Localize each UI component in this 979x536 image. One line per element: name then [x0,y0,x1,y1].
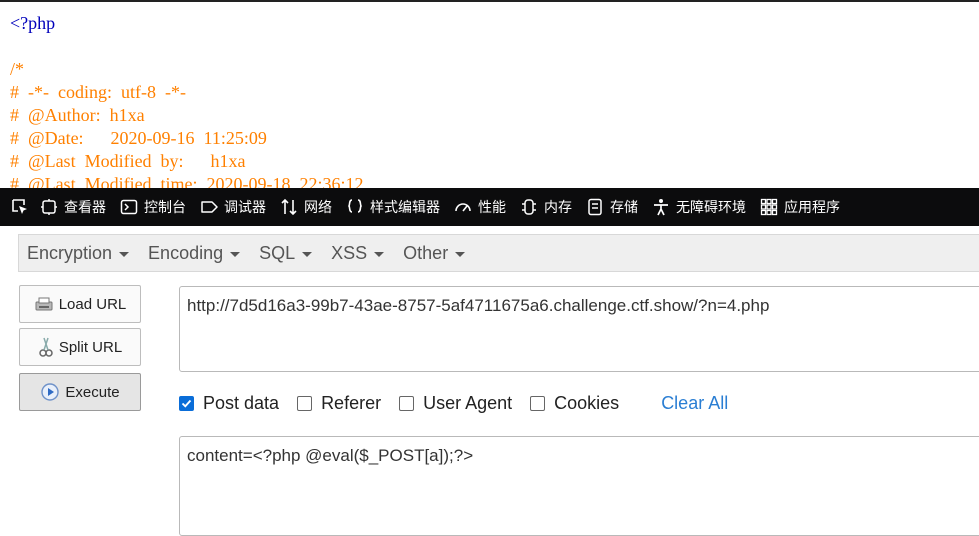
devtools-tab-label: 内存 [544,200,572,216]
execute-label: Execute [65,383,120,401]
source-line: # @Author: h1xa [10,105,145,125]
option-post-data[interactable]: Post data [179,393,279,414]
element-picker-icon [12,199,27,214]
load-url-icon [35,297,53,311]
source-code: <?php /* # -*- coding: utf-8 -*- # @Auth… [0,2,979,188]
clear-all-link[interactable]: Clear All [661,393,728,414]
devtools-tab-memory[interactable]: 内存 [514,188,580,226]
option-referer[interactable]: Referer [297,393,381,414]
style-editor-icon [348,199,362,213]
devtools-tab-label: 样式编辑器 [370,200,440,216]
debugger-icon [201,201,218,213]
post-data-text: content=<?php @eval($_POST[a]);?> [187,446,474,465]
devtools-tab-label: 无障碍环境 [676,200,746,216]
application-icon [760,198,778,216]
menu-label: XSS [331,242,368,263]
menu-label: SQL [259,242,296,263]
devtools-toolbar: 查看器 控制台 调试器 网络 样式编辑器 性能 内存 存储 无障碍环境 应用程序 [0,188,979,226]
checkmark-icon [181,399,192,408]
source-line: <?php [10,13,56,33]
scissors-icon [39,337,53,357]
devtools-tab-storage[interactable]: 存储 [580,188,646,226]
devtools-tab-label: 应用程序 [784,200,840,216]
menu-encryption[interactable]: Encryption [19,243,140,264]
storage-icon [588,198,602,216]
php-source-view: <?php /* # -*- coding: utf-8 -*- # @Auth… [0,0,979,188]
source-line: /* [10,59,25,79]
option-label: Cookies [554,393,620,413]
checkbox[interactable] [297,396,313,411]
menu-label: Encoding [148,242,224,263]
split-url-label: Split URL [58,338,123,356]
option-user-agent[interactable]: User Agent [399,393,512,414]
source-line: # @Last Modified by: h1xa [10,151,246,171]
caret-down-icon [374,251,385,257]
devtools-tab-style-editor[interactable]: 样式编辑器 [340,188,448,226]
caret-down-icon [119,251,130,257]
url-text: http://7d5d16a3-99b7-43ae-8757-5af471167… [187,296,770,315]
source-line: # @Last Modified time: 2020-09-18 22:36:… [10,174,364,188]
checkbox[interactable] [530,396,546,411]
checkbox[interactable] [399,396,415,411]
menu-encoding[interactable]: Encoding [140,243,251,264]
split-url-button[interactable]: Split URL [19,328,141,366]
request-options: Post data Referer User Agent Cookies Clear A… [179,393,728,414]
devtools-tab-label: 查看器 [64,200,106,216]
network-icon [281,198,297,216]
devtools-tab-application[interactable]: 应用程序 [754,188,848,226]
execute-button[interactable]: Execute [19,373,141,411]
option-label: User Agent [423,393,513,413]
menu-sql[interactable]: SQL [251,243,323,264]
devtools-tab-label: 网络 [304,200,332,216]
devtools-tab-inspector[interactable]: 查看器 [34,188,114,226]
option-label: Post data [203,393,280,413]
performance-icon [455,203,471,212]
devtools-tab-network[interactable]: 网络 [274,188,340,226]
devtools-tab-debugger[interactable]: 调试器 [194,188,274,226]
devtools-tab-label: 性能 [478,200,506,216]
checkbox[interactable] [179,396,194,411]
inspector-icon [41,199,57,215]
hackbar-panel: Encryption Encoding SQL XSS Other Load URL S… [0,226,979,536]
devtools-tab-console[interactable]: 控制台 [114,188,194,226]
play-icon [41,383,60,401]
menu-xss[interactable]: XSS [323,243,395,264]
load-url-button[interactable]: Load URL [19,285,141,323]
caret-down-icon [230,251,241,257]
load-url-label: Load URL [58,295,127,313]
post-data-textarea[interactable]: content=<?php @eval($_POST[a]);?> [179,436,979,536]
memory-icon [522,199,536,215]
option-cookies[interactable]: Cookies [530,393,619,414]
menu-other[interactable]: Other [395,243,476,264]
devtools-tab-accessibility[interactable]: 无障碍环境 [646,188,754,226]
caret-down-icon [455,251,466,257]
devtools-tab-performance[interactable]: 性能 [448,188,514,226]
menu-label: Other [403,242,449,263]
hackbar-menubar: Encryption Encoding SQL XSS Other [18,234,979,272]
accessibility-icon [654,199,668,216]
devtools-tab-label: 调试器 [224,200,266,216]
source-line: # @Date: 2020-09-16 11:25:09 [10,128,267,148]
source-line: # -*- coding: utf-8 -*- [10,82,186,102]
option-label: Referer [321,393,382,413]
url-textarea[interactable]: http://7d5d16a3-99b7-43ae-8757-5af471167… [179,286,979,372]
devtools-tab-label: 控制台 [144,200,186,216]
devtools-tab-label: 存储 [610,200,638,216]
console-icon [120,199,138,215]
caret-down-icon [302,251,313,257]
menu-label: Encryption [27,242,113,263]
element-picker-button[interactable] [6,188,34,226]
